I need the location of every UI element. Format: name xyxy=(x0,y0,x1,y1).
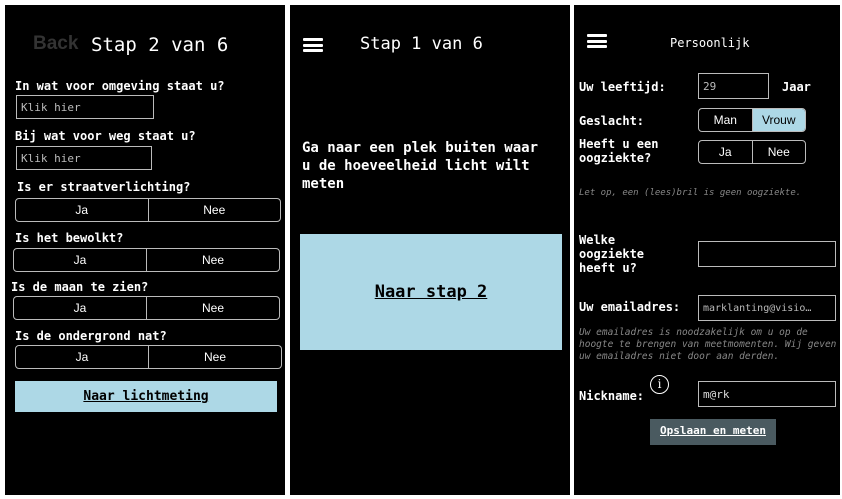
cloudy-no[interactable]: Nee xyxy=(146,249,279,271)
streetlight-toggle[interactable]: Ja Nee xyxy=(15,198,281,222)
nickname-label: Nickname: xyxy=(579,389,645,403)
screen-step-1: Stap 1 van 6 Ga naar een plek buiten waa… xyxy=(290,5,570,495)
streetlight-yes[interactable]: Ja xyxy=(16,199,148,221)
cloudy-yes[interactable]: Ja xyxy=(14,249,146,271)
email-input[interactable]: marklanting@visio… xyxy=(698,295,836,321)
step-indicator: Stap 1 van 6 xyxy=(360,34,483,54)
instruction-text: Ga naar een plek buiten waar u de hoevee… xyxy=(302,140,539,192)
wet-ground-yes[interactable]: Ja xyxy=(16,346,148,368)
question-moon: Is de maan te zien? xyxy=(11,280,149,294)
gender-label: Geslacht: xyxy=(579,114,645,128)
moon-yes[interactable]: Ja xyxy=(14,297,146,319)
wet-ground-no[interactable]: Nee xyxy=(148,346,281,368)
moon-toggle[interactable]: Ja Nee xyxy=(13,296,280,320)
gender-female[interactable]: Vrouw xyxy=(751,109,805,131)
question-road: Bij wat voor weg staat u? xyxy=(15,129,196,143)
to-step-2-button[interactable]: Naar stap 2 xyxy=(300,234,562,350)
nickname-input[interactable]: m@rk xyxy=(698,381,836,407)
road-input[interactable]: Klik hier xyxy=(16,146,152,170)
eye-disease-toggle[interactable]: Ja Nee xyxy=(698,140,806,164)
step-indicator: Stap 2 van 6 xyxy=(91,34,229,56)
info-icon[interactable]: i xyxy=(650,375,669,394)
email-note: Uw emailadres is noodzakelijk om u op de… xyxy=(579,327,837,362)
which-eye-disease-label: Welke oogziekte heeft u? xyxy=(579,233,645,275)
age-input[interactable]: 29 xyxy=(698,73,769,99)
question-environment: In wat voor omgeving staat u? xyxy=(15,79,225,93)
eye-disease-yes[interactable]: Ja xyxy=(699,141,752,163)
menu-icon[interactable] xyxy=(303,38,323,52)
streetlight-no[interactable]: Nee xyxy=(147,199,281,221)
wet-ground-toggle[interactable]: Ja Nee xyxy=(15,345,282,369)
question-wet-ground: Is de ondergrond nat? xyxy=(15,329,167,343)
age-label: Uw leeftijd: xyxy=(579,80,666,94)
moon-no[interactable]: Nee xyxy=(146,297,279,319)
question-streetlight: Is er straatverlichting? xyxy=(17,180,191,194)
glasses-note: Let op, een (lees)bril is geen oogziekte… xyxy=(579,188,802,198)
to-light-measurement-button[interactable]: Naar lichtmeting xyxy=(15,381,277,412)
email-label: Uw emailadres: xyxy=(579,300,681,314)
menu-icon[interactable] xyxy=(587,34,607,48)
page-title: Persoonlijk xyxy=(670,36,750,50)
eye-disease-question: Heeft u een oogziekte? xyxy=(579,137,659,165)
screen-personal: Persoonlijk Uw leeftijd: 29 Jaar Geslach… xyxy=(574,5,840,495)
gender-toggle[interactable]: Man Vrouw xyxy=(698,108,806,132)
gender-male[interactable]: Man xyxy=(699,109,752,131)
cloudy-toggle[interactable]: Ja Nee xyxy=(13,248,280,272)
environment-input[interactable]: Klik hier xyxy=(16,95,154,119)
screen-step-2: Back Stap 2 van 6 In wat voor omgeving s… xyxy=(5,5,285,495)
save-and-measure-button[interactable]: Opslaan en meten xyxy=(650,419,776,445)
back-button[interactable]: Back xyxy=(33,33,78,55)
eye-disease-no[interactable]: Nee xyxy=(751,141,806,163)
question-cloudy: Is het bewolkt? xyxy=(15,231,124,245)
eye-disease-input[interactable] xyxy=(698,241,836,267)
age-unit: Jaar xyxy=(782,80,811,94)
